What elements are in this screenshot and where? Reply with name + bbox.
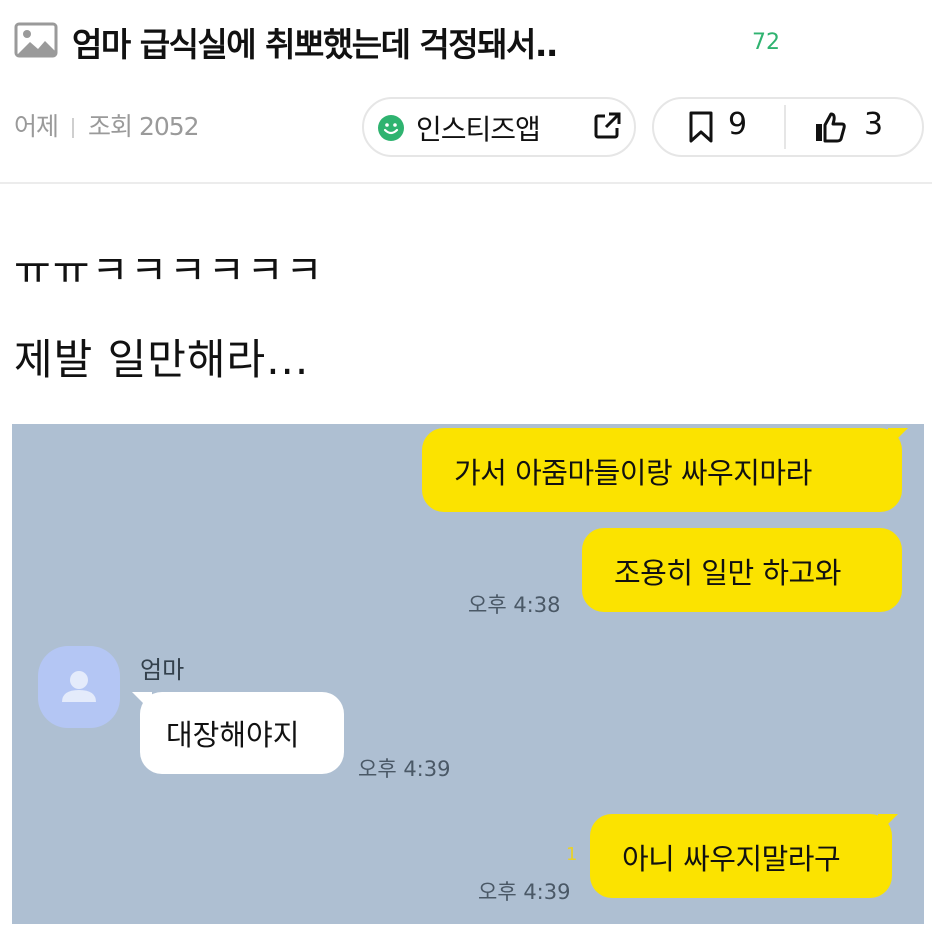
instiz-app-label: 인스티즈앱	[416, 113, 541, 146]
body-text-line-1: ㅠㅠㅋㅋㅋㅋㅋㅋ	[14, 248, 325, 294]
avatar	[38, 646, 120, 728]
post-title: 엄마 급식실에 취뽀했는데 걱정돼서..	[72, 25, 558, 64]
bookmark-icon[interactable]	[688, 111, 714, 143]
actions-divider	[784, 105, 786, 149]
my-message-bubble: 가서 아줌마들이랑 싸우지마라	[422, 428, 902, 512]
my-message-bubble: 아니 싸우지말라구	[590, 814, 892, 898]
message-time: 오후 4:39	[478, 880, 571, 904]
view-count: 조회 2052	[88, 112, 200, 141]
chat-screenshot: 가서 아줌마들이랑 싸우지마라 조용히 일만 하고와 오후 4:38 엄마 대장…	[12, 424, 924, 924]
sender-name: 엄마	[140, 656, 185, 684]
avatar-icon	[62, 671, 96, 702]
body-text-line-2: 제발 일만해라...	[14, 335, 310, 384]
meta-divider	[72, 118, 75, 138]
external-link-icon	[594, 112, 621, 139]
smile-icon	[378, 115, 404, 141]
message-time: 오후 4:39	[358, 757, 451, 781]
unread-count: 1	[566, 844, 578, 865]
thumbs-up-icon[interactable]	[814, 111, 846, 143]
image-icon	[14, 22, 58, 58]
message-time: 오후 4:38	[468, 593, 561, 617]
post-actions: 9 3	[652, 97, 924, 157]
instiz-app-button[interactable]: 인스티즈앱	[362, 97, 636, 157]
post-date: 어제	[14, 112, 59, 141]
post-meta: 어제 조회 2052	[14, 107, 200, 143]
other-message-bubble: 대장해야지	[140, 692, 344, 774]
bookmark-count: 9	[728, 107, 748, 142]
like-count: 3	[864, 107, 884, 142]
my-message-bubble: 조용히 일만 하고와	[582, 528, 902, 612]
comment-count[interactable]: 72	[752, 30, 780, 55]
header-divider	[0, 182, 932, 184]
